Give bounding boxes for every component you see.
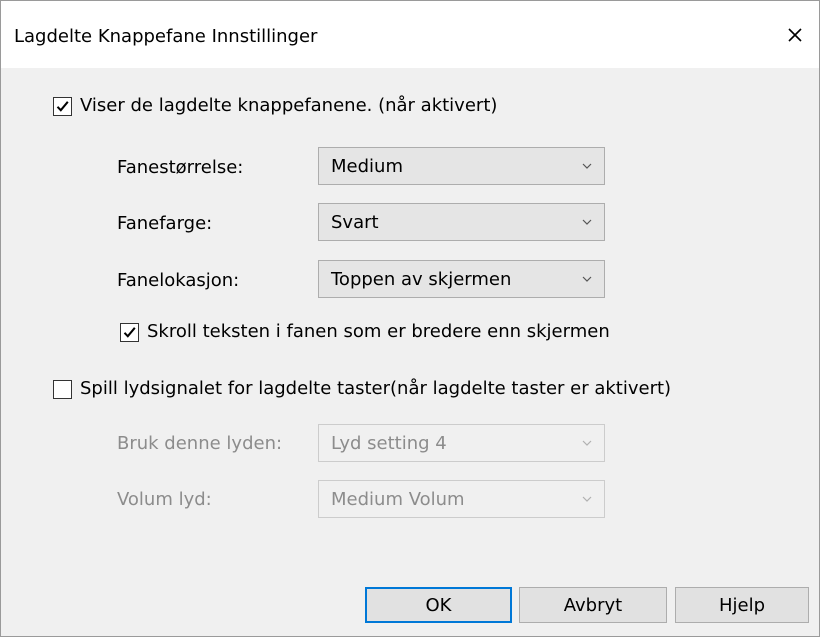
tab-location-value: Toppen av skjermen	[331, 268, 512, 290]
play-sound-option[interactable]: Spill lydsignalet for lagdelte taster(nå…	[53, 378, 671, 400]
tab-color-label: Fanefarge:	[117, 213, 213, 234]
tab-color-value: Svart	[331, 211, 379, 233]
sound-choice-select: Lyd setting 4	[318, 424, 605, 462]
close-button[interactable]	[771, 1, 819, 68]
checkmark-icon	[55, 99, 70, 114]
chevron-down-icon	[570, 219, 604, 225]
dialog-title: Lagdelte Knappefane Innstillinger	[14, 26, 318, 47]
tab-color-select[interactable]: Svart	[318, 203, 605, 241]
ok-button[interactable]: OK	[365, 587, 512, 623]
checkmark-icon	[122, 325, 137, 340]
chevron-down-icon	[570, 440, 604, 446]
help-button[interactable]: Hjelp	[675, 587, 809, 623]
scroll-text-checkbox[interactable]	[120, 322, 139, 342]
sound-choice-value: Lyd setting 4	[331, 432, 447, 454]
tab-size-select[interactable]: Medium	[318, 147, 605, 185]
sound-volume-select: Medium Volum	[318, 480, 605, 518]
show-tabs-checkbox[interactable]	[53, 96, 72, 116]
show-tabs-label: Viser de lagdelte knappefanene. (når akt…	[80, 95, 498, 116]
tab-size-value: Medium	[331, 155, 403, 177]
close-icon	[787, 27, 803, 43]
play-sound-checkbox[interactable]	[53, 379, 72, 399]
tab-location-label: Fanelokasjon:	[117, 270, 240, 291]
chevron-down-icon	[570, 276, 604, 282]
chevron-down-icon	[570, 496, 604, 502]
play-sound-label: Spill lydsignalet for lagdelte taster(nå…	[80, 378, 672, 399]
sound-choice-label: Bruk denne lyden:	[117, 433, 283, 454]
tab-location-select[interactable]: Toppen av skjermen	[318, 260, 605, 298]
scroll-text-label: Skroll teksten i fanen som er bredere en…	[147, 321, 610, 342]
title-bar[interactable]: Lagdelte Knappefane Innstillinger	[1, 1, 819, 68]
scroll-text-option[interactable]: Skroll teksten i fanen som er bredere en…	[120, 321, 610, 343]
dialog-body: Viser de lagdelte knappefanene. (når akt…	[1, 68, 819, 636]
chevron-down-icon	[570, 163, 604, 169]
show-tabs-option[interactable]: Viser de lagdelte knappefanene. (når akt…	[53, 95, 497, 117]
sound-volume-value: Medium Volum	[331, 488, 465, 510]
tab-size-label: Fanestørrelse:	[117, 157, 244, 178]
settings-dialog: Lagdelte Knappefane Innstillinger Viser …	[0, 0, 820, 637]
sound-volume-label: Volum lyd:	[117, 489, 212, 510]
cancel-button[interactable]: Avbryt	[519, 587, 667, 623]
